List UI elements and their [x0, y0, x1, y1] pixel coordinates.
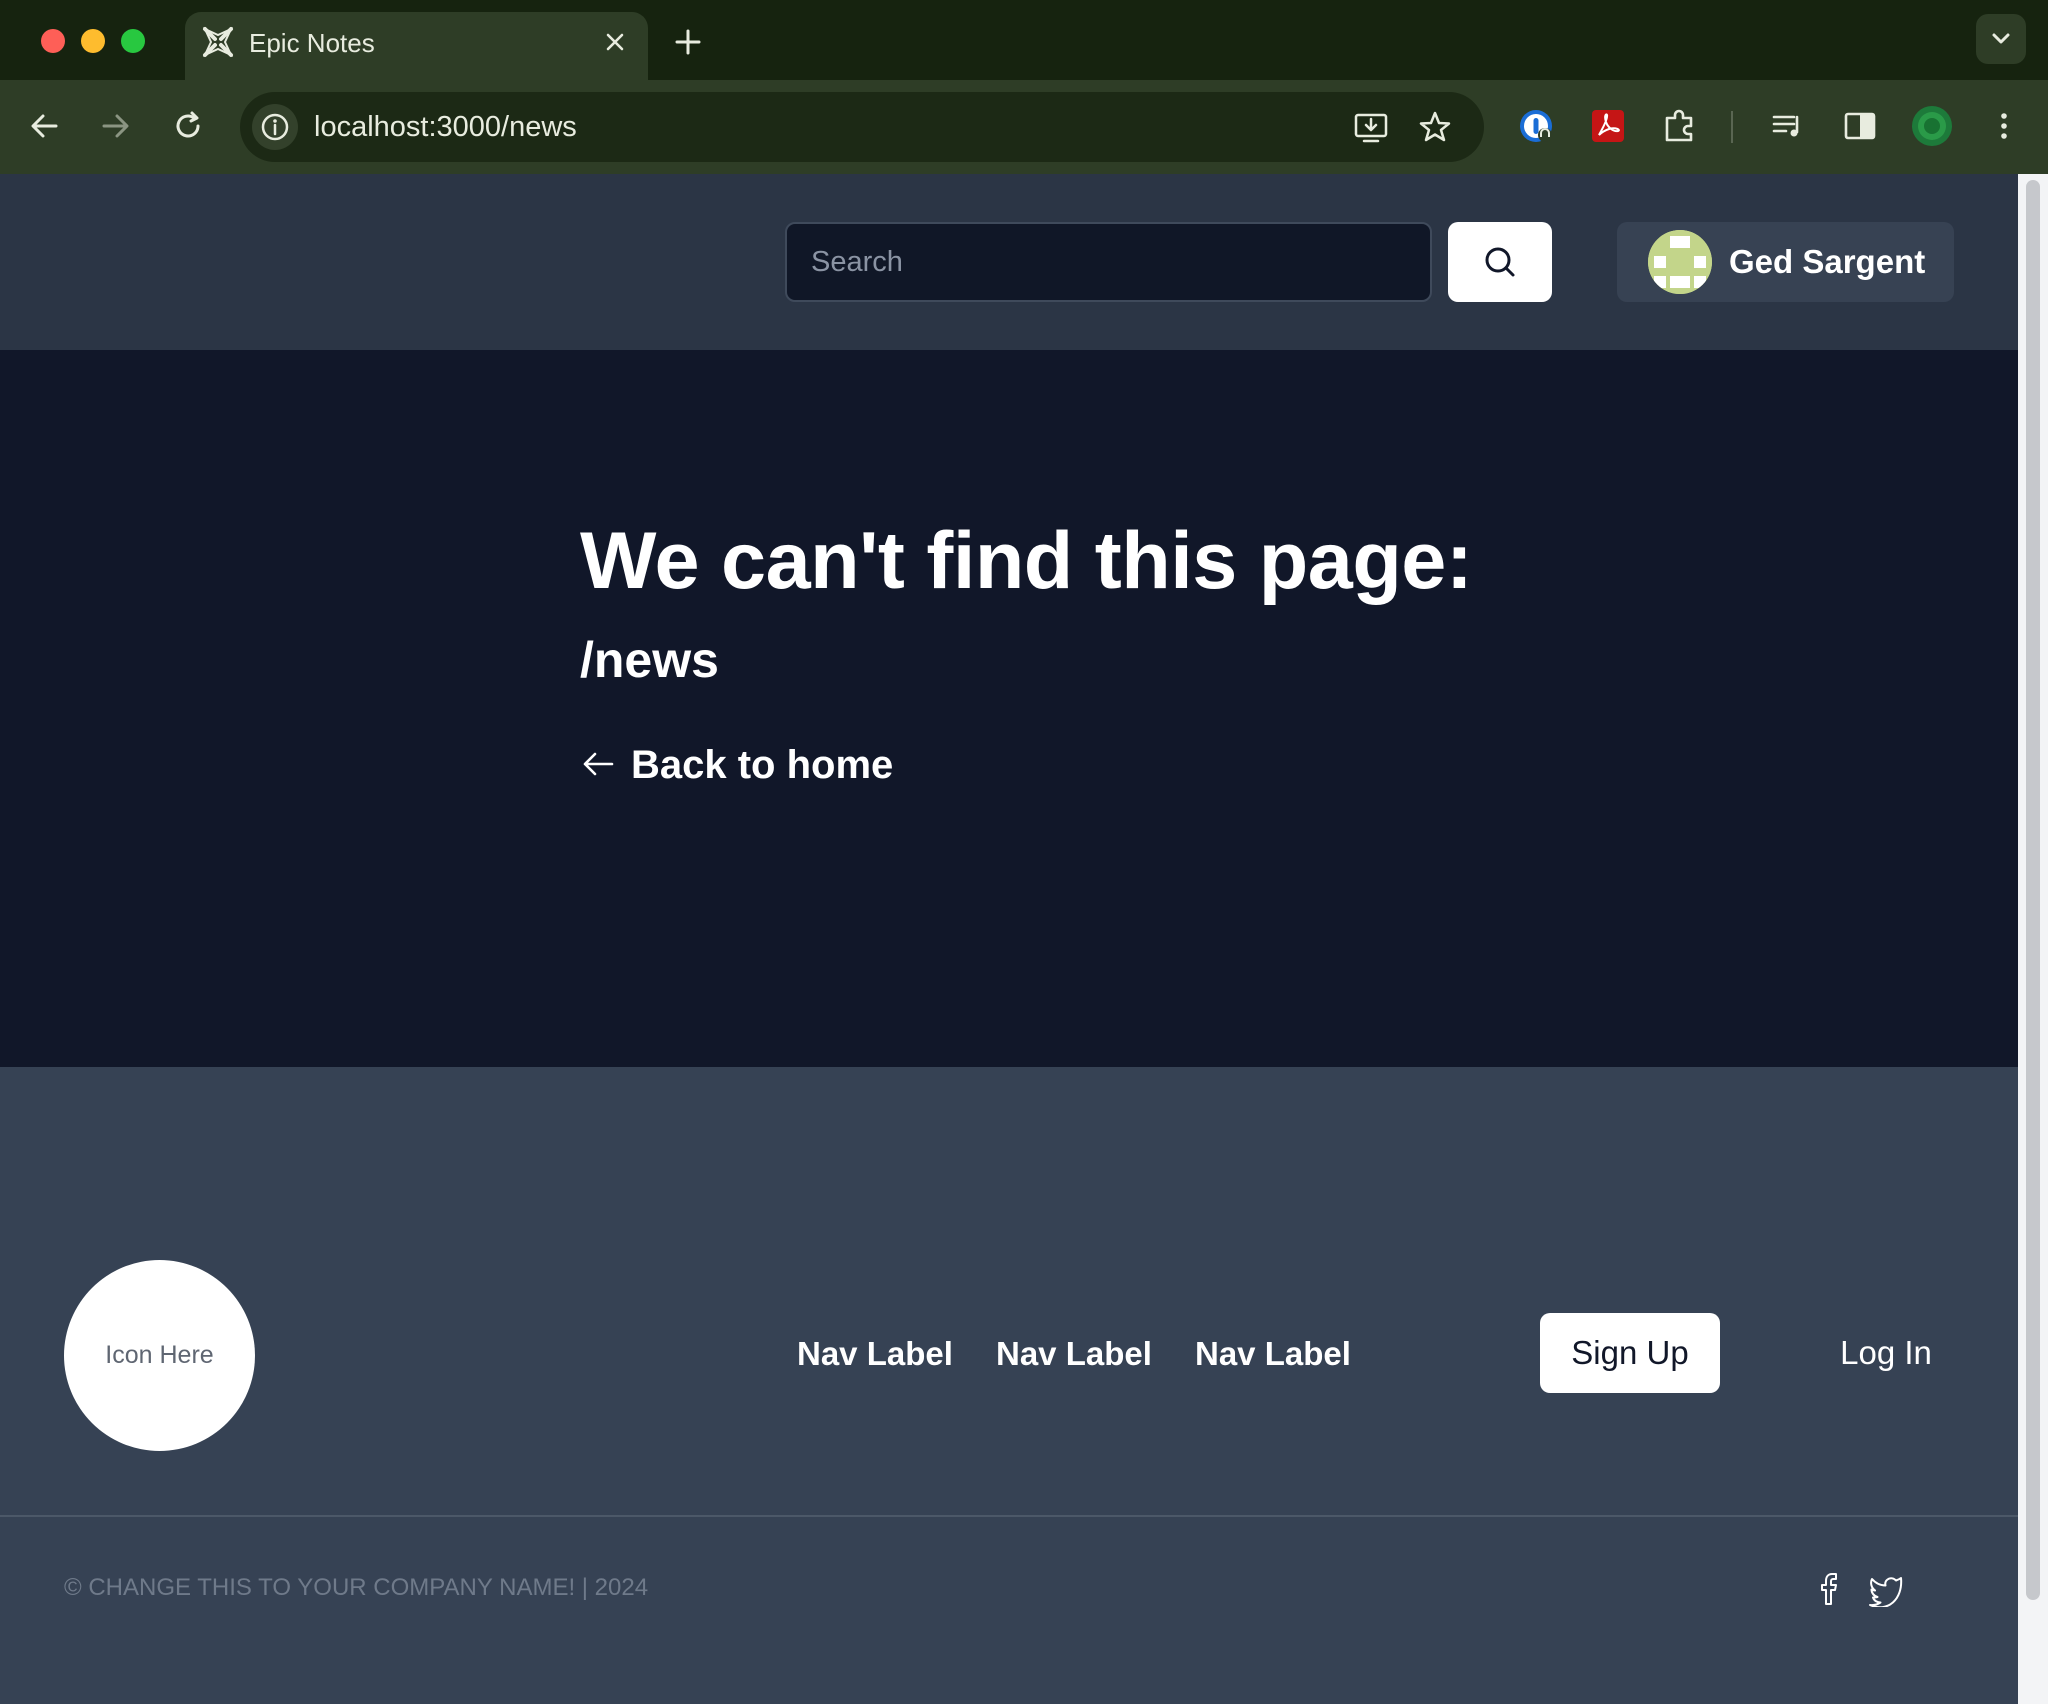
arrow-left-icon [583, 752, 614, 776]
media-control-icon[interactable] [1766, 104, 1810, 148]
minimize-window-button[interactable] [81, 29, 105, 53]
browser-window: Epic Notes localhost:3000/news Search Ge… [0, 0, 2048, 1704]
back-to-home-label: Back to home [631, 743, 894, 787]
page-viewport: Ged Sargent We can't find this page: /ne… [0, 174, 2018, 1704]
avatar [1648, 230, 1712, 294]
footer-nav-link-3[interactable]: Nav Label [1195, 1334, 1351, 1374]
forward-arrow-icon[interactable] [94, 104, 138, 148]
toolbar-divider [1731, 111, 1733, 143]
tab-search-button[interactable] [1976, 14, 2026, 64]
maximize-window-button[interactable] [121, 29, 145, 53]
sign-up-button[interactable]: Sign Up [1540, 1313, 1720, 1393]
extensions-puzzle-icon[interactable] [1658, 104, 1702, 148]
back-arrow-icon[interactable] [22, 104, 66, 148]
footer-nav-link-1[interactable]: Nav Label [797, 1334, 953, 1374]
tab-title: Epic Notes [249, 28, 375, 58]
facebook-icon[interactable] [1812, 1571, 1848, 1607]
address-bar[interactable]: localhost:3000/news [240, 92, 1484, 162]
bookmark-star-icon[interactable] [1416, 108, 1454, 146]
site-footer: Icon Here Nav Label Nav Label Nav Label … [0, 1067, 2018, 1704]
search-icon [1485, 247, 1515, 277]
password-manager-extension-icon[interactable] [1514, 104, 1558, 148]
search-input[interactable] [787, 224, 1430, 300]
site-header: Ged Sargent [0, 174, 2018, 350]
new-tab-icon[interactable] [668, 22, 708, 62]
page-title: We can't find this page: [580, 516, 1473, 606]
footer-logo[interactable]: Icon Here [64, 1260, 255, 1451]
user-name: Ged Sargent [1729, 243, 1926, 280]
side-panel-icon[interactable] [1838, 104, 1882, 148]
reload-icon[interactable] [166, 104, 210, 148]
identicon-icon [1648, 230, 1712, 294]
chevron-down-icon [1992, 33, 2010, 44]
tab-epic-notes[interactable]: Epic Notes [185, 12, 648, 80]
install-app-icon[interactable] [1352, 108, 1390, 146]
copyright-text: © CHANGE THIS TO YOUR COMPANY NAME! | 20… [64, 1574, 649, 1601]
close-window-button[interactable] [41, 29, 65, 53]
logo-placeholder-text: Icon Here [105, 1341, 214, 1369]
footer-divider [0, 1515, 2018, 1517]
log-in-button[interactable]: Log In [1826, 1313, 1946, 1393]
close-icon[interactable] [598, 25, 632, 59]
search-field[interactable] [785, 222, 1432, 302]
url-text: localhost:3000/news [314, 111, 577, 143]
browser-toolbar: localhost:3000/news [0, 80, 2048, 174]
profile-avatar-icon[interactable] [1910, 104, 1954, 148]
browser-menu-icon[interactable] [1982, 104, 2026, 148]
scrollbar-thumb[interactable] [2026, 180, 2040, 1600]
missing-path: /news [580, 632, 719, 688]
search-button[interactable] [1448, 222, 1552, 302]
not-found-section: We can't find this page: /news Back to h… [0, 350, 2018, 1067]
back-to-home-link[interactable]: Back to home [580, 740, 910, 790]
twitter-icon[interactable] [1868, 1571, 1904, 1607]
footer-nav-link-2[interactable]: Nav Label [996, 1334, 1152, 1374]
info-icon [261, 113, 289, 141]
favicon-icon [202, 26, 234, 58]
tab-strip: Epic Notes [0, 0, 2048, 80]
user-menu-button[interactable]: Ged Sargent [1617, 222, 1954, 302]
page-scrollbar[interactable] [2018, 174, 2048, 1704]
site-info-button[interactable] [252, 104, 298, 150]
pdf-extension-icon[interactable] [1586, 104, 1630, 148]
